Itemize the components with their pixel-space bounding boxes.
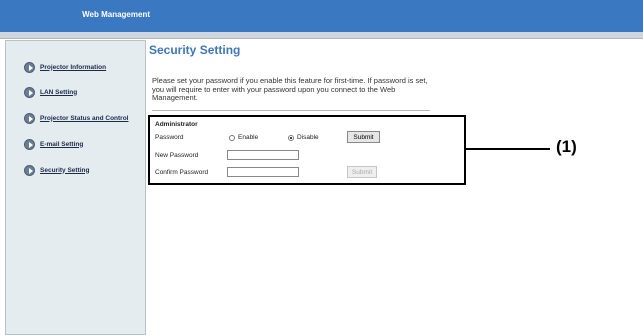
sub-bar — [0, 32, 643, 39]
new-password-label: New Password — [155, 152, 199, 159]
confirm-submit-button: Submit — [347, 166, 377, 178]
divider — [152, 110, 430, 111]
sidebar-item-projector-status-and-control[interactable]: Projector Status and Control — [24, 111, 128, 125]
new-password-input[interactable] — [227, 150, 299, 160]
page-title: Security Setting — [149, 43, 241, 57]
sidebar-item-label[interactable]: Security Setting — [40, 167, 89, 174]
arrow-circle-icon — [24, 138, 35, 150]
sidebar-item-label[interactable]: E-mail Setting — [40, 141, 83, 148]
password-label: Password — [155, 134, 184, 141]
password-submit-button[interactable]: Submit — [347, 131, 380, 143]
enable-label[interactable]: Enable — [238, 134, 258, 141]
confirm-password-label: Confirm Password — [155, 169, 209, 176]
sidebar-item-projector-information[interactable]: Projector Information — [24, 60, 106, 74]
sidebar-item-email-setting[interactable]: E-mail Setting — [24, 137, 83, 151]
intro-text: Please set your password if you enable t… — [152, 76, 428, 102]
sidebar: Projector Information LAN Setting Projec… — [5, 40, 146, 335]
sidebar-item-label[interactable]: LAN Setting — [40, 89, 77, 96]
disable-radio[interactable] — [288, 135, 294, 141]
main-content: Security Setting Please set your passwor… — [148, 40, 643, 333]
arrow-circle-icon — [24, 61, 35, 73]
arrow-circle-icon — [24, 112, 35, 124]
arrow-circle-icon — [24, 164, 35, 176]
sidebar-item-lan-setting[interactable]: LAN Setting — [24, 85, 77, 99]
top-bar: Web Management — [0, 0, 643, 32]
app-title: Web Management — [82, 10, 150, 19]
sidebar-item-label[interactable]: Projector Information — [40, 64, 106, 71]
sidebar-item-label[interactable]: Projector Status and Control — [40, 115, 128, 122]
confirm-password-input[interactable] — [227, 167, 299, 177]
section-title: Administrator — [155, 121, 198, 128]
sidebar-item-security-setting[interactable]: Security Setting — [24, 163, 89, 177]
enable-radio[interactable] — [229, 135, 235, 141]
administrator-settings-box: Administrator Password Enable Disable Su… — [148, 115, 466, 185]
disable-label[interactable]: Disable — [297, 134, 319, 141]
callout-line — [466, 148, 550, 150]
arrow-circle-icon — [24, 86, 35, 98]
callout-label: (1) — [556, 137, 577, 156]
